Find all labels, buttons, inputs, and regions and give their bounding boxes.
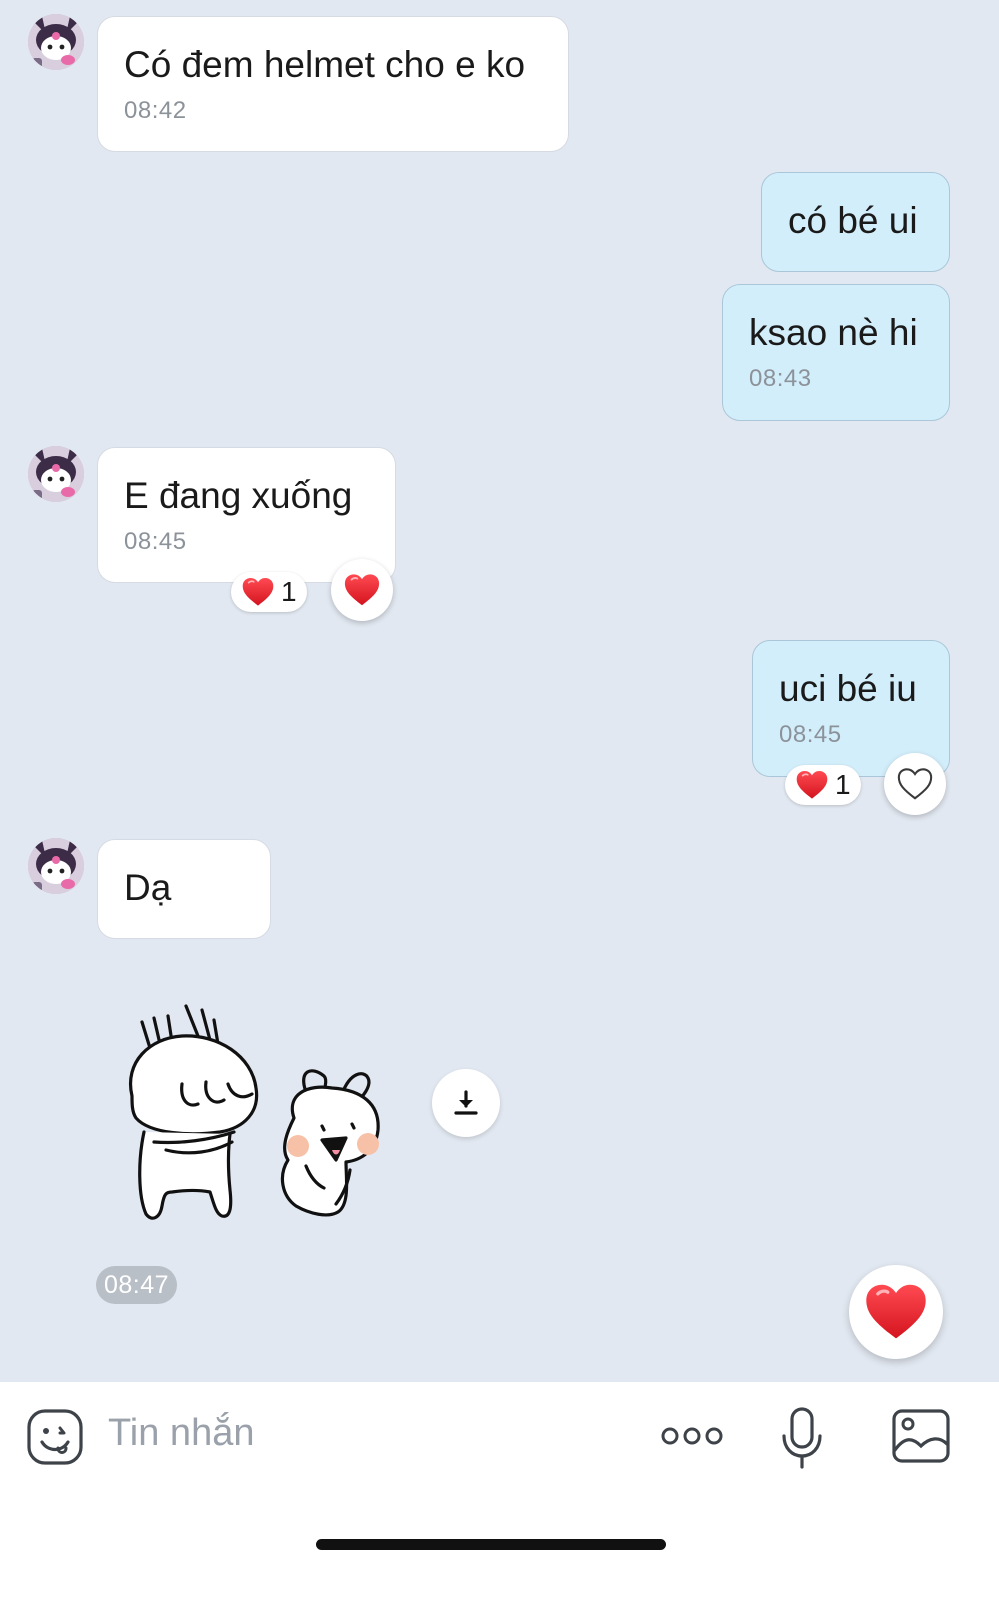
avatar[interactable] [28,14,84,70]
message-time: 08:45 [124,528,187,555]
message-input[interactable]: Tin nhắn [108,1412,254,1455]
message-time: 08:42 [124,97,187,124]
heart-icon [863,1282,929,1342]
message-text: E đang xuống [124,475,353,516]
composer-bar: Tin nhắn [0,1382,999,1600]
heart-icon [795,769,829,801]
message-bubble[interactable]: Dạ [97,839,271,939]
more-icon[interactable] [660,1422,724,1450]
message-text: ksao nè hi [749,312,918,353]
message-text: uci bé iu [779,668,917,709]
message-text: Có đem helmet cho e ko [124,44,526,85]
reaction-count[interactable]: 1 [231,572,307,612]
react-button[interactable] [884,753,946,815]
mic-icon[interactable] [780,1406,824,1470]
reaction-count-number: 1 [281,576,297,607]
sticker-image[interactable] [110,1000,400,1230]
image-icon[interactable] [891,1408,951,1464]
emoji-icon[interactable] [26,1408,84,1466]
sticker-time: 08:47 [96,1266,178,1304]
quick-heart-button[interactable] [849,1265,943,1359]
download-icon [454,1090,478,1115]
heart-outline-icon [897,768,933,800]
avatar[interactable] [28,838,84,894]
message-text: có bé ui [788,200,918,241]
message-bubble[interactable]: có bé ui [761,172,950,272]
home-indicator [316,1539,666,1550]
message-bubble[interactable]: Có đem helmet cho e ko 08:42 [97,16,569,152]
react-button[interactable] [331,559,393,621]
reaction-count[interactable]: 1 [785,765,861,805]
heart-icon [343,572,381,608]
message-time: 08:43 [749,365,812,392]
message-text: Dạ [124,867,172,908]
message-time: 08:45 [779,721,842,748]
heart-icon [241,576,275,608]
reaction-count-number: 1 [835,769,851,800]
message-bubble[interactable]: ksao nè hi 08:43 [722,284,950,421]
avatar[interactable] [28,446,84,502]
download-button[interactable] [432,1069,500,1137]
